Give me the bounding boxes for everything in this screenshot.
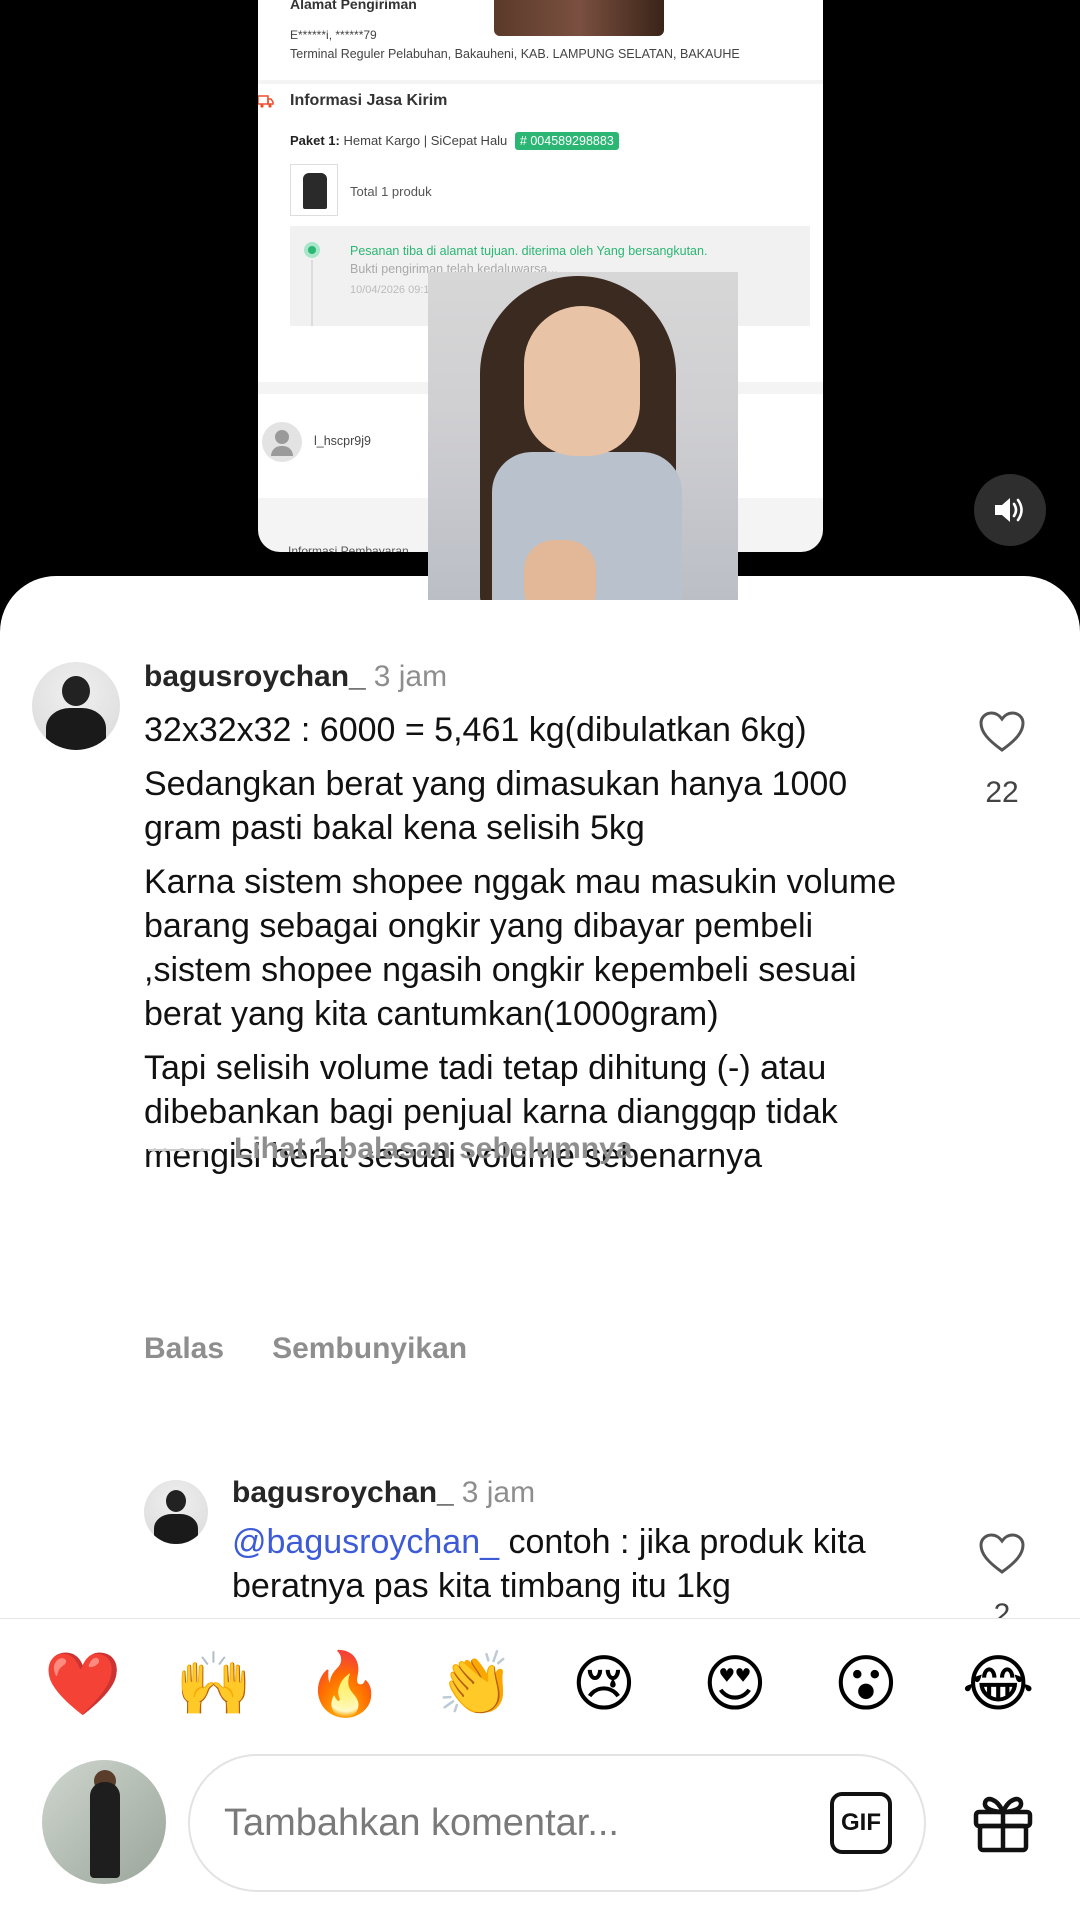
commenter-avatar[interactable]: [32, 662, 120, 750]
like-count: 22: [985, 776, 1019, 809]
reply-author[interactable]: bagusroychan_ 3 jam: [232, 1476, 535, 1510]
emoji-fire[interactable]: 🔥: [306, 1648, 383, 1720]
product-thumbnail: [290, 164, 338, 216]
comment-paragraph: Karna sistem shopee nggak mau masukin vo…: [144, 863, 897, 1033]
emoji-heart-eyes[interactable]: 😍: [699, 1648, 771, 1720]
comment-author[interactable]: bagusroychan_ 3 jam: [144, 660, 447, 694]
view-previous-replies-button[interactable]: Lihat 1 balasan sebelumnya: [148, 1132, 632, 1166]
address-title: Alamat Pengiriman: [290, 0, 417, 12]
divider: [0, 1618, 1080, 1619]
total-products: Total 1 produk: [350, 184, 432, 199]
status-dot-icon: [304, 242, 320, 258]
tracking-number-badge: # 004589298883: [514, 132, 619, 150]
buyer-handle: l_hscpr9j9: [314, 434, 371, 448]
reply-time: 3 jam: [461, 1476, 536, 1509]
presenter-video: [428, 272, 738, 600]
reply-avatar[interactable]: [144, 1480, 208, 1544]
volume-button[interactable]: [974, 474, 1046, 546]
truck-icon: [258, 95, 274, 108]
gift-icon[interactable]: [970, 1788, 1036, 1854]
package-label: Paket 1:: [290, 133, 340, 148]
shipping-title: Informasi Jasa Kirim: [290, 92, 448, 109]
emoji-raised-hands[interactable]: 🙌: [175, 1648, 252, 1720]
comment-placeholder: Tambahkan komentar...: [224, 1802, 619, 1844]
comments-sheet: bagusroychan_ 3 jam 32x32x32 : 6000 = 5,4…: [0, 576, 1080, 1920]
comment-composer: Tambahkan komentar... GIF: [0, 1752, 1080, 1920]
package-photo: [494, 0, 664, 36]
comment-actions: Balas Sembunyikan: [144, 1332, 515, 1366]
address-line: Terminal Reguler Pelabuhan, Bakauheni, K…: [290, 47, 740, 61]
comment-paragraph: 32x32x32 : 6000 = 5,461 kg(dibulatkan 6k…: [144, 711, 807, 749]
emoji-heart[interactable]: ❤️: [44, 1648, 121, 1720]
package-line: Paket 1: Hemat Kargo | SiCepat Halu # 00…: [290, 132, 619, 150]
payment-info-title: Informasi Pembayaran: [288, 544, 409, 552]
reply-button[interactable]: Balas: [144, 1332, 224, 1365]
comment-body: 32x32x32 : 6000 = 5,461 kg(dibulatkan 6k…: [144, 708, 924, 1188]
emoji-reaction-bar: ❤️ 🙌 🔥 👏 😢 😍 😮 😂: [0, 1620, 1080, 1750]
reply-username[interactable]: bagusroychan_: [232, 1476, 454, 1509]
like-heart-icon[interactable]: [978, 710, 1026, 754]
address-section: Alamat Pengiriman E******i, ******79 Ter…: [258, 0, 823, 80]
hide-button[interactable]: Sembunyikan: [272, 1332, 467, 1365]
comment-paragraph: Sedangkan berat yang dimasukan hanya 100…: [144, 765, 848, 847]
divider-dash: [148, 1149, 210, 1152]
reply-body: @bagusroychan_ contoh : jika produk kita…: [232, 1520, 932, 1608]
comments-list[interactable]: bagusroychan_ 3 jam 32x32x32 : 6000 = 5,4…: [0, 576, 1080, 1618]
comment-time: 3 jam: [373, 660, 448, 693]
comment-username[interactable]: bagusroychan_: [144, 660, 366, 693]
like-heart-icon[interactable]: [978, 1532, 1026, 1576]
mention-link[interactable]: @bagusroychan_: [232, 1523, 499, 1561]
recipient-name: E******i, ******79: [290, 28, 377, 42]
speaker-icon: [995, 498, 1023, 522]
reply-like-count: 2: [993, 1598, 1011, 1618]
view-replies-label: Lihat 1 balasan sebelumnya: [234, 1132, 633, 1165]
tracking-time: 10/04/2026 09:16: [350, 284, 436, 296]
emoji-surprised[interactable]: 😮: [830, 1648, 902, 1720]
package-service: Hemat Kargo | SiCepat Halu: [343, 133, 508, 148]
gif-button[interactable]: GIF: [830, 1792, 892, 1854]
buyer-avatar: [262, 422, 302, 462]
timeline-line: [311, 260, 313, 326]
emoji-clap[interactable]: 👏: [437, 1648, 514, 1720]
comment-input[interactable]: Tambahkan komentar... GIF: [188, 1754, 926, 1892]
tracking-status: Pesanan tiba di alamat tujuan. diterima …: [350, 244, 708, 258]
emoji-laugh[interactable]: 😂: [962, 1648, 1034, 1720]
video-player[interactable]: Alamat Pengiriman E******i, ******79 Ter…: [0, 0, 1080, 600]
emoji-cry[interactable]: 😢: [568, 1648, 640, 1720]
self-avatar: [42, 1760, 166, 1884]
